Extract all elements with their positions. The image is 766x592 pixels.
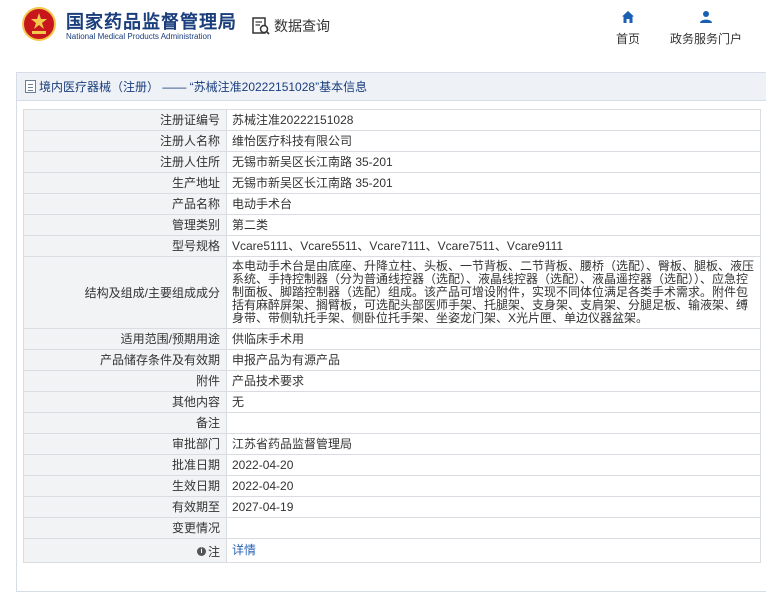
panel-title: 境内医疗器械（注册） —— “苏械注准20222151028”基本信息 [17,73,766,101]
panel-title-text: 境内医疗器械（注册） —— “苏械注准20222151028”基本信息 [39,80,368,94]
row-key: 适用范围/预期用途 [23,328,227,350]
row-key: 结构及组成/主要组成成分 [23,256,227,329]
row-key: 备注 [23,412,227,434]
row-value: 申报产品为有源产品 [226,349,761,371]
info-table: 注册证编号 苏械注准20222151028 注册人名称 维怡医疗科技有限公司 注册人… [23,109,761,563]
table-row: 产品储存条件及有效期 申报产品为有源产品 [23,349,761,371]
table-row: 附件 产品技术要求 [23,370,761,392]
row-value: 无锡市新吴区长江南路 35-201 [226,151,761,173]
row-value: Vcare5111、Vcare5511、Vcare7111、Vcare7511、… [226,235,761,257]
table-row: 结构及组成/主要组成成分 本电动手术台是由底座、升降立柱、头板、一节背板、二节背板… [23,256,761,329]
table-row: 适用范围/预期用途 供临床手术用 [23,328,761,350]
table-row: 有效期至 2027-04-19 [23,496,761,518]
row-value: 供临床手术用 [226,328,761,350]
org-name-cn[interactable]: 国家药品监督管理局 [66,8,237,34]
row-key: 注册人名称 [23,130,227,152]
row-key: 注册证编号 [23,109,227,131]
table-row: 注册人名称 维怡医疗科技有限公司 [23,130,761,152]
row-key: 注册人住所 [23,151,227,173]
note-key: i 注 [23,538,227,563]
table-row: 生效日期 2022-04-20 [23,475,761,497]
row-value: 第二类 [226,214,761,236]
table-row: 管理类别 第二类 [23,214,761,236]
table-row: 注册人住所 无锡市新吴区长江南路 35-201 [23,151,761,173]
row-key: 管理类别 [23,214,227,236]
org-name-en: National Medical Products Administration [66,32,212,41]
row-value: 无 [226,391,761,413]
row-key: 变更情况 [23,517,227,539]
data-query-title: 数据查询 [252,14,330,38]
table-row: 注册证编号 苏械注准20222151028 [23,109,761,131]
table-row: 备注 [23,412,761,434]
nav-service-portal-label: 政务服务门户 [669,32,742,46]
data-query-icon [252,17,270,35]
row-key: 生产地址 [23,172,227,194]
row-value [226,412,761,434]
details-link[interactable]: 详情 [232,543,256,557]
note-key-label: 注 [207,544,220,559]
row-key: 审批部门 [23,433,227,455]
user-icon [700,11,712,23]
info-icon: i [196,547,206,556]
table-row: 变更情况 [23,517,761,539]
row-value: 2022-04-20 [226,475,761,497]
table-row: 生产地址 无锡市新吴区长江南路 35-201 [23,172,761,194]
home-icon [622,11,634,23]
nav-home-label: 首页 [615,32,640,46]
row-value: 电动手术台 [226,193,761,215]
row-key: 有效期至 [23,496,227,518]
table-row: 批准日期 2022-04-20 [23,454,761,476]
table-row: 其他内容无 [23,391,761,413]
note-value: 详情 [226,538,761,563]
row-key: 产品名称 [23,193,227,215]
note-row: i 注 详情 [23,538,761,563]
row-key: 批准日期 [23,454,227,476]
row-value: 2022-04-20 [226,454,761,476]
site-header: 国家药品监督管理局 National Medical Products Admi… [0,0,766,56]
row-value: 苏械注准20222151028 [226,109,761,131]
detail-panel: 境内医疗器械（注册） —— “苏械注准20222151028”基本信息 注册证编… [16,72,766,592]
table-row: 型号规格 Vcare5111、Vcare5511、Vcare7111、Vcare7… [23,235,761,257]
table-row: 产品名称 电动手术台 [23,193,761,215]
row-value: 江苏省药品监督管理局 [226,433,761,455]
row-key: 其他内容 [23,391,227,413]
row-key: 产品储存条件及有效期 [23,349,227,371]
document-icon [25,80,36,93]
nav-service-portal[interactable]: 政务服务门户 [664,8,748,47]
nav-home[interactable]: 首页 [610,8,646,47]
national-emblem-icon [22,7,56,41]
row-key: 附件 [23,370,227,392]
row-key: 生效日期 [23,475,227,497]
row-value: 产品技术要求 [226,370,761,392]
row-value: 无锡市新吴区长江南路 35-201 [226,172,761,194]
table-row: 审批部门 江苏省药品监督管理局 [23,433,761,455]
row-value: 2027-04-19 [226,496,761,518]
row-value: 维怡医疗科技有限公司 [226,130,761,152]
row-key: 型号规格 [23,235,227,257]
row-value [226,517,761,539]
data-query-label: 数据查询 [274,18,330,34]
row-value: 本电动手术台是由底座、升降立柱、头板、一节背板、二节背板、腰桥（选配）、臀板、腿… [226,256,761,329]
